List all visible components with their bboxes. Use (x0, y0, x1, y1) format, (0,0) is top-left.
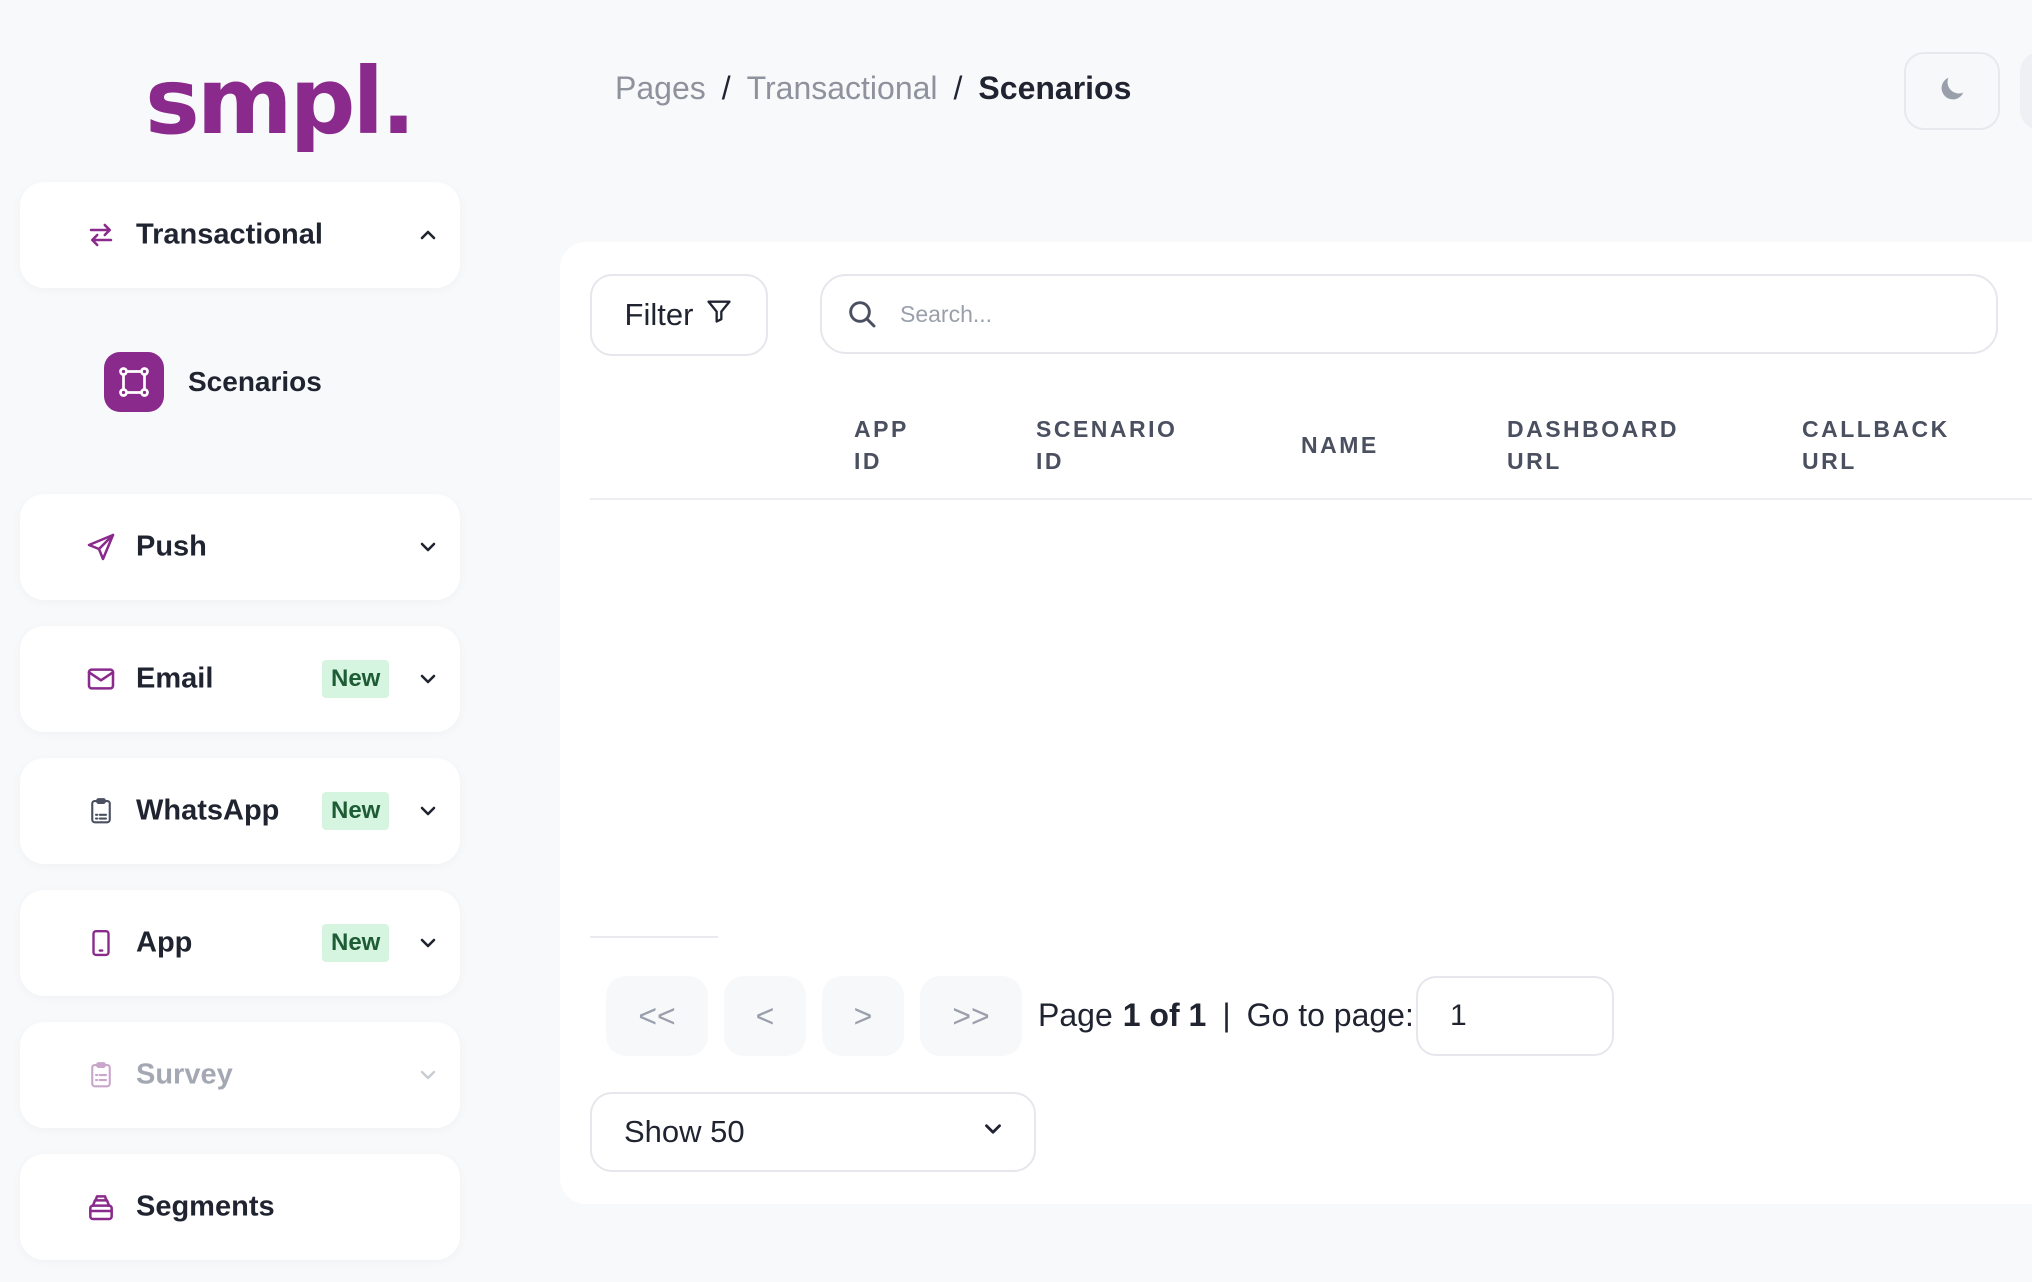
column-header-name[interactable]: NAME (1301, 429, 1379, 461)
chevron-down-icon[interactable] (414, 665, 442, 693)
chevron-down-icon (980, 1114, 1006, 1150)
column-header-scenario-id[interactable]: SCENARIO ID (1036, 413, 1177, 477)
app-root: smpl. Transactional Scenarios Push Email… (0, 0, 2032, 1282)
breadcrumb-separator: / (721, 70, 731, 106)
sidebar-item-push[interactable]: Push (20, 494, 460, 600)
chevron-down-icon[interactable] (414, 929, 442, 957)
goto-page-input[interactable] (1416, 976, 1614, 1056)
chevron-up-icon[interactable] (414, 221, 442, 249)
new-badge: New (322, 792, 390, 830)
breadcrumb-pages[interactable]: Pages (615, 70, 706, 107)
mail-icon (84, 662, 118, 696)
frame-icon (104, 352, 164, 412)
scenarios-panel: Filter APP ID SCENARIO ID NAME (560, 242, 2032, 1204)
sidebar-item-email[interactable]: Email New (20, 626, 460, 732)
layers-icon (84, 1190, 118, 1224)
next-page-button[interactable]: > (822, 976, 904, 1056)
new-badge: New (322, 924, 390, 962)
page-count: 1 of 1 (1122, 997, 1207, 1033)
breadcrumb-current: Scenarios (978, 70, 1132, 106)
sidebar-item-label: App (136, 926, 193, 959)
search-box (820, 274, 1998, 354)
moon-icon (1935, 72, 1969, 111)
sidebar-item-transactional[interactable]: Transactional (20, 182, 460, 288)
brand-logo[interactable]: smpl. (145, 56, 416, 148)
sidebar-item-label: WhatsApp (136, 794, 280, 827)
chevron-down-icon[interactable] (414, 1061, 442, 1089)
last-page-button[interactable]: >> (920, 976, 1022, 1056)
header-action-button[interactable] (2020, 52, 2032, 130)
clipboard-icon (84, 794, 118, 828)
sidebar-item-label: Email (136, 662, 214, 695)
page-size-select[interactable]: Show 50 (590, 1092, 1036, 1172)
search-input[interactable] (900, 284, 1950, 344)
sidebar-subitem-label: Scenarios (188, 366, 322, 397)
column-header-dashboard-url[interactable]: DASHBOARD URL (1507, 413, 1679, 477)
breadcrumb-separator: / (953, 70, 963, 106)
clipboard-icon (84, 1058, 118, 1092)
sidebar-subitem-scenarios[interactable]: Scenarios (104, 352, 322, 412)
filter-icon (705, 297, 733, 333)
page-size-value: Show 50 (624, 1114, 745, 1149)
horizontal-scrollbar[interactable] (590, 936, 718, 938)
prev-page-button[interactable]: < (724, 976, 806, 1056)
sidebar-item-segments[interactable]: Segments (20, 1154, 460, 1260)
theme-toggle-button[interactable] (1904, 52, 2000, 130)
sidebar-item-whatsapp[interactable]: WhatsApp New (20, 758, 460, 864)
search-icon (844, 296, 880, 332)
sidebar-item-label: Transactional (136, 218, 323, 251)
goto-label: Go to page: (1246, 997, 1414, 1033)
breadcrumb: Pages / Transactional / Scenarios (615, 70, 1131, 107)
sidebar-item-app[interactable]: App New (20, 890, 460, 996)
first-page-button[interactable]: << (606, 976, 708, 1056)
column-header-callback-url[interactable]: CALLBACK URL (1802, 413, 1950, 477)
page-indicator: Page 1 of 1 | Go to page: (1038, 997, 1414, 1033)
column-header-app-id[interactable]: APP ID (854, 413, 909, 477)
sidebar-item-survey[interactable]: Survey (20, 1022, 460, 1128)
chevron-down-icon[interactable] (414, 533, 442, 561)
filter-label: Filter (624, 297, 694, 332)
breadcrumb-transactional[interactable]: Transactional (747, 70, 938, 107)
filter-button[interactable]: Filter (590, 274, 768, 356)
send-icon (84, 530, 118, 564)
arrows-swap-icon (84, 218, 118, 252)
sidebar-item-label: Push (136, 530, 207, 563)
sidebar-item-label: Segments (136, 1190, 275, 1223)
table-header: APP ID SCENARIO ID NAME DASHBOARD URL CA… (590, 392, 2032, 500)
sidebar-item-label: Survey (136, 1058, 233, 1091)
phone-icon (84, 926, 118, 960)
new-badge: New (322, 660, 390, 698)
chevron-down-icon[interactable] (414, 797, 442, 825)
